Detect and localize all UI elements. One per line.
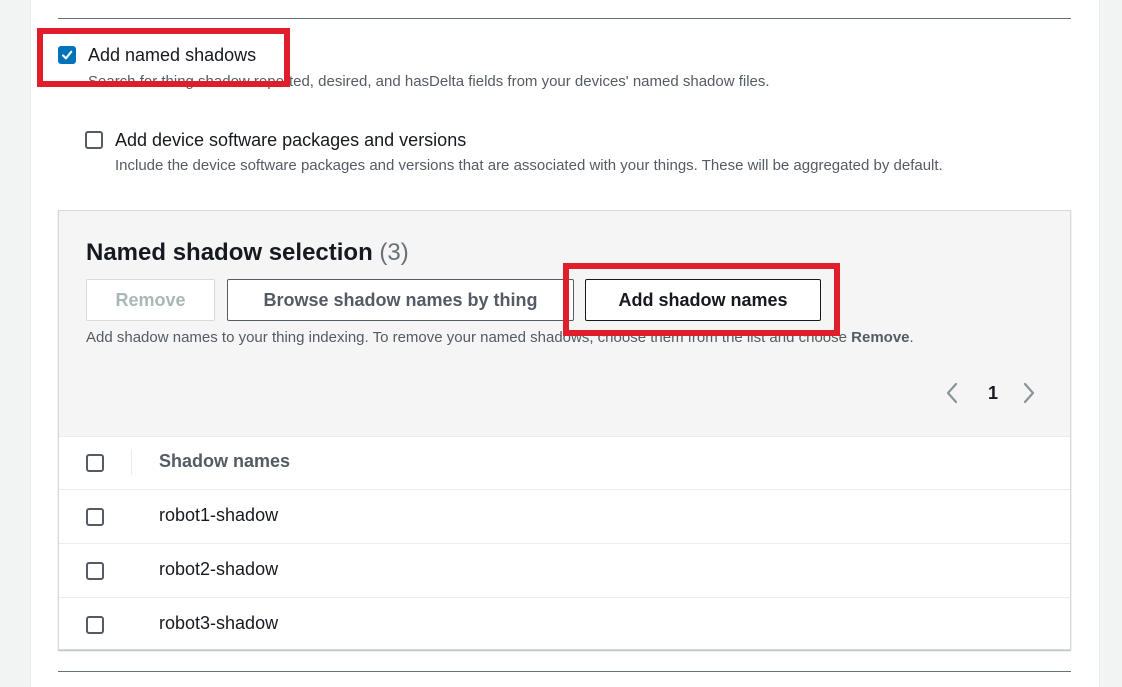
section-title: Named shadow selection (3): [86, 239, 409, 267]
software-packages-description: Include the device software packages and…: [115, 157, 943, 174]
row-checkbox[interactable]: [86, 508, 104, 526]
section-divider-bottom: [58, 671, 1071, 672]
section-divider: [58, 18, 1071, 19]
shadow-name-cell: robot1-shadow: [159, 505, 279, 525]
select-all-checkbox[interactable]: [86, 454, 104, 472]
browse-shadow-names-button[interactable]: Browse shadow names by thing: [227, 279, 574, 321]
page-number[interactable]: 1: [988, 383, 998, 404]
highlight-box-named-shadows: [37, 28, 290, 87]
shadow-name-cell: robot2-shadow: [159, 559, 279, 579]
chevron-left-icon[interactable]: [945, 381, 959, 405]
column-separator: [131, 449, 132, 475]
shadow-name-cell: robot3-shadow: [159, 613, 279, 633]
helper-text-remove: Remove: [851, 329, 910, 346]
table-row[interactable]: robot1-shadow: [59, 489, 1070, 543]
helper-text-end: .: [909, 329, 914, 346]
column-header-shadow-names[interactable]: Shadow names: [159, 451, 290, 472]
section-count: (3): [379, 239, 409, 266]
chevron-right-icon[interactable]: [1022, 381, 1036, 405]
remove-button[interactable]: Remove: [86, 279, 215, 321]
table-row[interactable]: robot2-shadow: [59, 543, 1070, 597]
section-title-text: Named shadow selection: [86, 239, 373, 266]
table-header-row: Shadow names: [59, 436, 1070, 490]
software-packages-label[interactable]: Add device software packages and version…: [115, 130, 466, 151]
software-packages-checkbox[interactable]: [85, 131, 103, 149]
row-checkbox[interactable]: [86, 616, 104, 634]
highlight-box-add-shadow-names: [563, 263, 840, 336]
row-checkbox[interactable]: [86, 562, 104, 580]
table-row[interactable]: robot3-shadow: [59, 597, 1070, 651]
